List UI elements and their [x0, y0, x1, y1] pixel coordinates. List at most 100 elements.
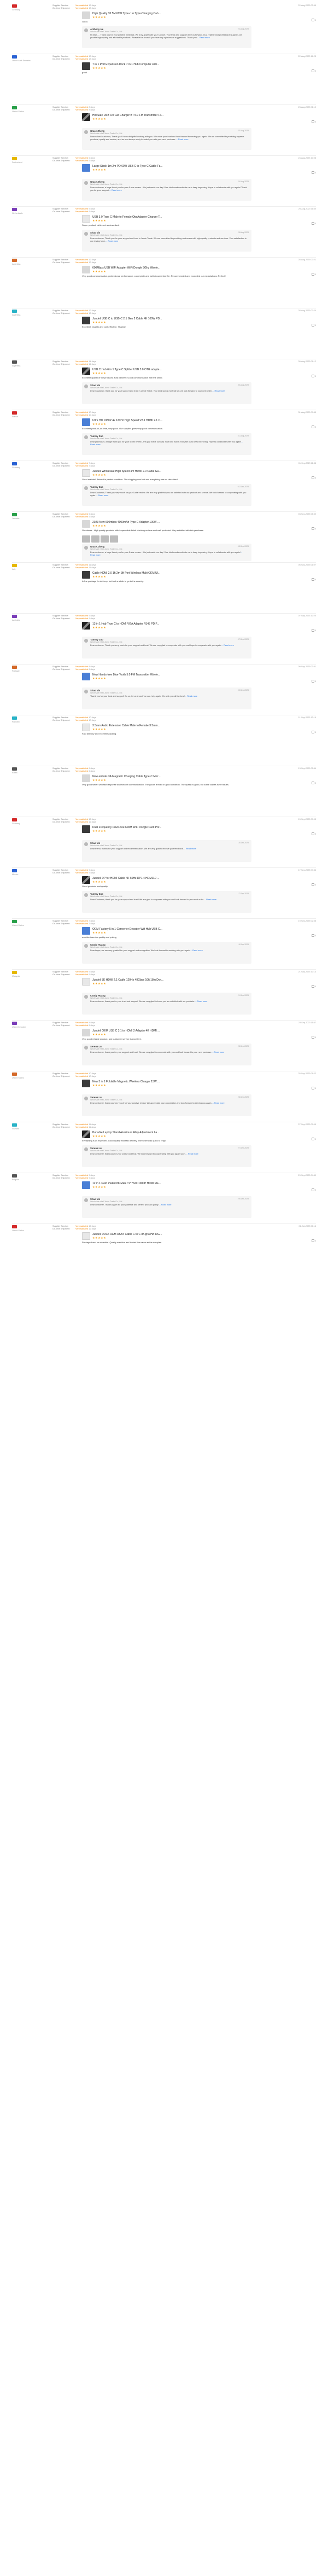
product-thumbnail[interactable]	[82, 164, 90, 172]
helpful-button[interactable]: 0	[311, 222, 316, 225]
product-summary[interactable]: Hot Sale USB 3.0 Car Charger BT 5.0 FM T…	[82, 113, 262, 121]
read-more-link[interactable]: ... Read more	[109, 189, 122, 191]
product-summary[interactable]: New Hands-free Blue Tooth 5.0 FM Transmi…	[82, 673, 262, 680]
product-title-link[interactable]: 600Mbps USB WiFi Adapter WiFi Dongle 5Gh…	[92, 266, 235, 270]
helpful-button[interactable]: 0	[311, 782, 316, 785]
product-title-link[interactable]: Jundeli DP for HDMI Cable 4K 60Hz DP1.4 …	[92, 877, 235, 880]
helpful-button[interactable]: 0	[311, 1188, 316, 1192]
product-thumbnail[interactable]	[82, 876, 90, 884]
thumb-up-icon[interactable]	[311, 375, 314, 378]
product-summary[interactable]: USB 3.0 Type C Male to Female Otg Adapte…	[82, 215, 262, 223]
product-summary[interactable]: Jundeli OEM USB C 3.1 to HDMI 2 Adapter …	[82, 1029, 262, 1036]
thumb-up-icon[interactable]	[311, 19, 314, 22]
thumb-up-icon[interactable]	[311, 527, 314, 531]
product-thumbnail[interactable]	[82, 774, 90, 782]
thumb-up-icon[interactable]	[311, 1239, 314, 1243]
read-more-link[interactable]: ... Read more	[96, 494, 108, 497]
thumb-up-icon[interactable]	[311, 476, 314, 480]
helpful-button[interactable]: 0	[311, 578, 316, 581]
helpful-button[interactable]: 0	[311, 476, 316, 480]
product-summary[interactable]: 2023 New 600mbps 4000mAh Type C Adapter …	[82, 520, 262, 528]
review-photo[interactable]	[101, 535, 109, 543]
product-thumbnail[interactable]	[82, 368, 90, 375]
product-title-link[interactable]: USB C Hub 6 in 1 Type C Splitter USB 3.0…	[92, 368, 235, 371]
helpful-button[interactable]: 0	[311, 324, 316, 327]
read-more-link[interactable]: ... Read more	[212, 1102, 225, 1104]
product-thumbnail[interactable]	[82, 927, 90, 935]
product-title-link[interactable]: New 3 in 1 Foldable Magnetic Wireless Ch…	[92, 1080, 235, 1083]
product-thumbnail[interactable]	[82, 62, 90, 70]
product-title-link[interactable]: High Quality 3ft 5M 60W Type-c to Type-C…	[92, 12, 235, 15]
product-title-link[interactable]: Jundeli Wholesale High Speed 4m HDMI 2.0…	[92, 470, 235, 473]
product-summary[interactable]: Jundeli Wholesale High Speed 4m HDMI 2.0…	[82, 469, 262, 477]
review-photo[interactable]	[110, 535, 118, 543]
helpful-button[interactable]: 0	[311, 985, 316, 988]
product-thumbnail[interactable]	[82, 266, 90, 273]
product-title-link[interactable]: 7 in 1 Port Expansion Dock 7 in 1 Hub Co…	[92, 63, 235, 66]
helpful-button[interactable]: 0	[311, 1138, 316, 1141]
read-more-link[interactable]: ... Read more	[212, 390, 225, 392]
review-photo[interactable]	[82, 535, 90, 543]
read-more-link[interactable]: ... Read more	[176, 138, 189, 141]
review-photo[interactable]	[91, 535, 99, 543]
product-summary[interactable]: New 3 in 1 Foldable Magnetic Wireless Ch…	[82, 1080, 262, 1087]
product-summary[interactable]: USB C Hub 6 in 1 Type C Splitter USB 3.0…	[82, 368, 262, 375]
product-thumbnail[interactable]	[82, 11, 90, 19]
thumb-up-icon[interactable]	[311, 782, 314, 785]
helpful-button[interactable]: 0	[311, 934, 316, 937]
helpful-button[interactable]: 0	[311, 19, 316, 22]
thumb-up-icon[interactable]	[311, 731, 314, 734]
helpful-button[interactable]: 0	[311, 171, 316, 174]
product-title-link[interactable]: Jundeli 8K HDMI 2.1 Cable 120Hz 48Gbps 1…	[92, 978, 235, 982]
product-thumbnail[interactable]	[82, 418, 90, 426]
thumb-up-icon[interactable]	[311, 324, 314, 327]
read-more-link[interactable]: ... Read more	[184, 848, 196, 850]
product-title-link[interactable]: Large Stock 1m 2m PD 60W USB C to Type C…	[92, 165, 235, 168]
helpful-button[interactable]: 0	[311, 527, 316, 531]
product-title-link[interactable]: 13 in 1 Hub Type C to HDMI VGA Adapter R…	[92, 622, 235, 626]
thumb-up-icon[interactable]	[311, 1087, 314, 1090]
product-title-link[interactable]: Portable Laptop Stand Aluminum Alloy Adj…	[92, 1131, 235, 1134]
product-summary[interactable]: Dual Frequency Drive-free 600M WiFi Dong…	[82, 825, 262, 833]
product-summary[interactable]: High Quality 3ft 5M 60W Type-c to Type-C…	[82, 11, 262, 19]
thumb-up-icon[interactable]	[311, 934, 314, 937]
helpful-button[interactable]: 0	[311, 273, 316, 276]
thumb-up-icon[interactable]	[311, 171, 314, 174]
product-thumbnail[interactable]	[82, 1232, 90, 1240]
thumb-up-icon[interactable]	[311, 120, 314, 124]
product-title-link[interactable]: Jundeli USB C to USB-C 2.1 Gen 2 Cable 4…	[92, 317, 235, 320]
product-thumbnail[interactable]	[82, 520, 90, 528]
product-title-link[interactable]: 2023 New 600mbps 4000mAh Type C Adapter …	[92, 521, 235, 524]
helpful-button[interactable]: 0	[311, 375, 316, 378]
product-summary[interactable]: Jundeli USB C to USB-C 2.1 Gen 2 Cable 4…	[82, 317, 262, 324]
product-thumbnail[interactable]	[82, 825, 90, 833]
thumb-up-icon[interactable]	[311, 578, 314, 581]
product-thumbnail[interactable]	[82, 622, 90, 630]
product-title-link[interactable]: Ultra HD 1080P 4k 120Hz High Speed V2.1 …	[92, 419, 235, 422]
thumb-up-icon[interactable]	[311, 222, 314, 225]
helpful-button[interactable]: 0	[311, 69, 316, 73]
read-more-link[interactable]: ... Read more	[197, 37, 210, 39]
helpful-button[interactable]: 0	[311, 680, 316, 683]
product-summary[interactable]: New arrivals 3A Magnetic Charging Cable …	[82, 774, 262, 782]
product-summary[interactable]: 3.5mm Audio Extension Cable Male to Fema…	[82, 724, 262, 731]
product-thumbnail[interactable]	[82, 317, 90, 324]
product-title-link[interactable]: OEM Factory 5 in 1 Converter Decoder Wif…	[92, 928, 235, 931]
read-more-link[interactable]: ... Read more	[221, 644, 234, 646]
product-summary[interactable]: Jundeli DDC4 OEM USB4 Cable C to C 8K@60…	[82, 1232, 262, 1240]
product-summary[interactable]: Ultra HD 1080P 4k 120Hz High Speed V2.1 …	[82, 418, 262, 426]
product-title-link[interactable]: Jundeli OEM USB C 3.1 to HDMI 2 Adapter …	[92, 1029, 235, 1033]
product-summary[interactable]: Jundeli 8K HDMI 2.1 Cable 120Hz 48Gbps 1…	[82, 978, 262, 986]
product-title-link[interactable]: Dual Frequency Drive-free 600M WiFi Dong…	[92, 826, 235, 829]
helpful-button[interactable]: 0	[311, 629, 316, 632]
product-summary[interactable]: 13 in 1 Hub Type C to HDMI VGA Adapter R…	[82, 622, 262, 630]
helpful-button[interactable]: 0	[311, 120, 316, 124]
product-title-link[interactable]: 12 in 1 Gold Plated 8K Male TV 7620 1080…	[92, 1182, 235, 1185]
product-title-link[interactable]: Hot Sale USB 3.0 Car Charger BT 5.0 FM T…	[92, 114, 235, 117]
product-summary[interactable]: 12 in 1 Gold Plated 8K Male TV 7620 1080…	[82, 1181, 262, 1189]
product-title-link[interactable]: New Hands-free Blue Tooth 5.0 FM Transmi…	[92, 673, 235, 677]
product-thumbnail[interactable]	[82, 215, 90, 223]
product-summary[interactable]: 600Mbps USB WiFi Adapter WiFi Dongle 5Gh…	[82, 266, 262, 273]
product-summary[interactable]: Cable HDMI 2.0 1ft 2m 3ft Port Wireless …	[82, 571, 262, 579]
thumb-up-icon[interactable]	[311, 273, 314, 276]
